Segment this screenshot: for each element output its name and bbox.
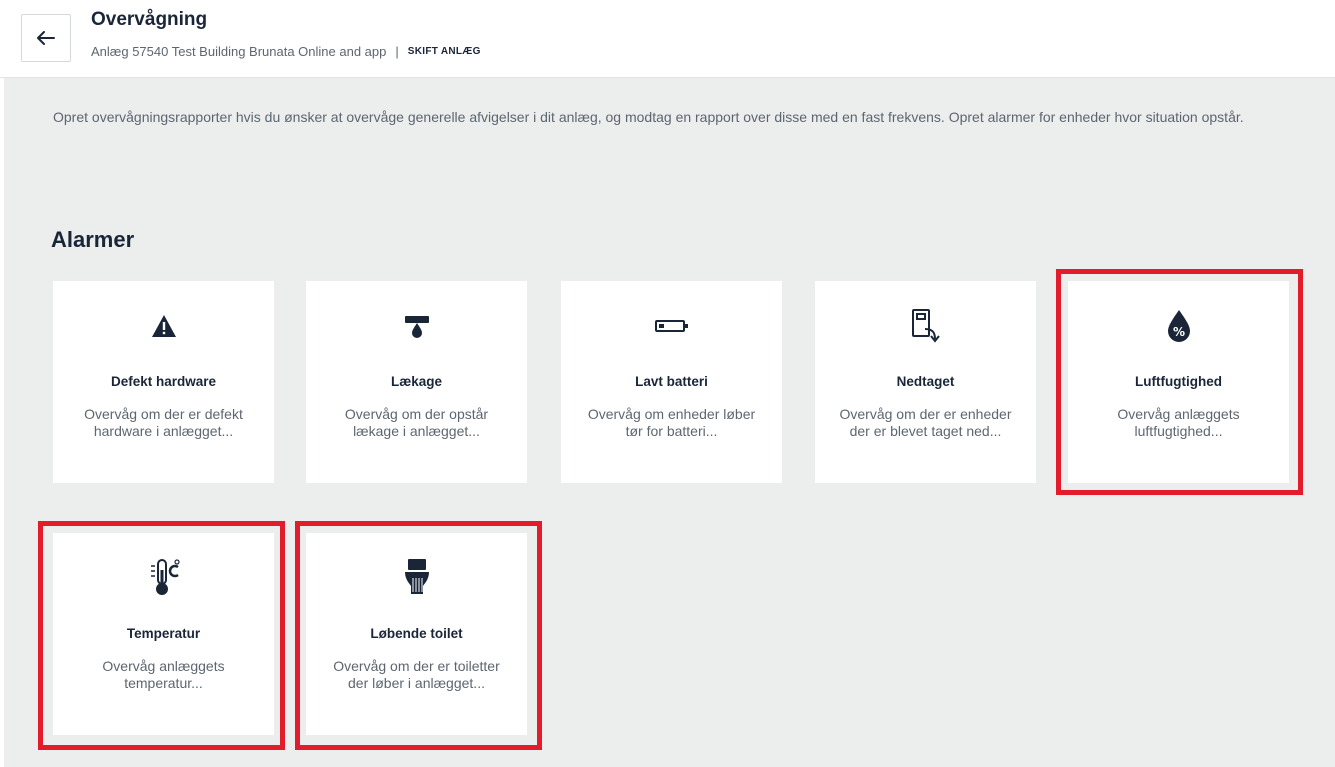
switch-facility-link[interactable]: SKIFT ANLÆG: [408, 46, 481, 57]
device-removed-icon: [911, 309, 940, 343]
card-title: Temperatur: [126, 626, 201, 641]
thermometer-icon: [150, 559, 180, 595]
battery-low-icon: [654, 320, 688, 332]
back-button[interactable]: [21, 14, 71, 62]
page-header: Overvågning Anlæg 57540 Test Building Br…: [0, 0, 1335, 78]
card-description: Overvåg anlæggets temperatur...: [102, 658, 225, 691]
arrow-left-icon: [37, 31, 55, 45]
card-title: Defekt hardware: [110, 374, 217, 389]
alarm-card-laekage[interactable]: Lækage Overvåg om der opstår lækage i an…: [306, 281, 527, 483]
alarm-card-defekt-hardware[interactable]: Defekt hardware Overvåg om der er defekt…: [53, 281, 274, 483]
card-title: Lavt batteri: [635, 374, 708, 389]
card-title: Nedtaget: [896, 374, 955, 389]
alarm-card-temperatur[interactable]: Temperatur Overvåg anlæggets temperatur.…: [53, 533, 274, 735]
intro-text: Opret overvågningsrapporter hvis du ønsk…: [53, 109, 1244, 125]
alarm-card-loebende-toilet[interactable]: Løbende toilet Overvåg om der er toilett…: [306, 533, 527, 735]
alarm-card-nedtaget[interactable]: Nedtaget Overvåg om der er enheder der e…: [815, 281, 1036, 483]
alarm-card-lavt-batteri[interactable]: Lavt batteri Overvåg om enheder løber tø…: [561, 281, 782, 483]
card-description: Overvåg om enheder løber tør for batteri…: [587, 406, 756, 439]
main-content: Opret overvågningsrapporter hvis du ønsk…: [4, 78, 1335, 767]
card-title: Luftfugtighed: [1135, 374, 1222, 389]
section-title-alarms: Alarmer: [51, 227, 135, 252]
card-description: Overvåg anlæggets luftfugtighed...: [1117, 406, 1240, 439]
facility-line: Anlæg 57540 Test Building Brunata Online…: [91, 44, 481, 59]
card-description: Overvåg om der er defekt hardware i anlæ…: [84, 406, 243, 439]
humidity-icon: %: [1167, 310, 1190, 342]
card-description: Overvåg om der opstår lækage i anlægget.…: [344, 406, 489, 439]
card-title: Løbende toilet: [370, 626, 463, 641]
page-title: Overvågning: [91, 9, 208, 30]
toilet-icon: [404, 559, 429, 594]
leak-icon: [404, 316, 429, 338]
card-description: Overvåg om der er toiletter der løber i …: [333, 658, 500, 691]
alarm-card-luftfugtighed[interactable]: % Luftfugtighed Overvåg anlæggets luftfu…: [1068, 281, 1289, 483]
separator: |: [395, 44, 399, 59]
warning-icon: [151, 315, 176, 337]
card-title: Lækage: [390, 374, 443, 389]
facility-name: Anlæg 57540 Test Building Brunata Online…: [91, 44, 387, 59]
card-description: Overvåg om der er enheder der er blevet …: [839, 406, 1012, 439]
svg-text:%: %: [1172, 325, 1184, 339]
